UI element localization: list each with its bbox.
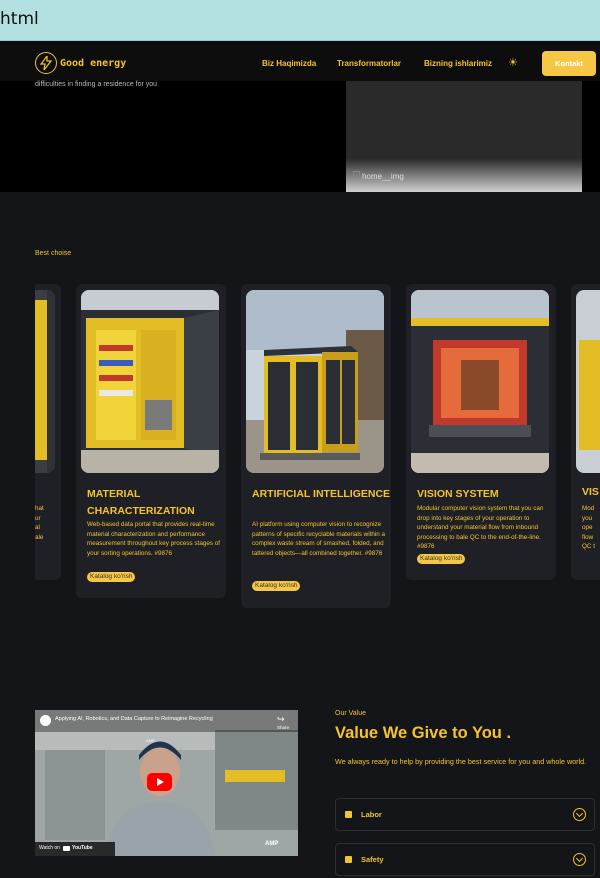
navbar: Good energy Biz Haqimizda Transformatorl… bbox=[0, 46, 600, 81]
card-text-line: ur bbox=[35, 514, 41, 522]
card-image bbox=[246, 290, 384, 473]
play-icon bbox=[157, 778, 164, 786]
accordion-label: Labor bbox=[361, 810, 382, 819]
play-button[interactable] bbox=[147, 773, 172, 791]
product-card-partial-right[interactable]: VIS Mod you ope flow QC t bbox=[571, 284, 600, 580]
chevron-down-icon[interactable] bbox=[573, 853, 586, 866]
theme-toggle-sun-icon[interactable]: ☀ bbox=[508, 56, 518, 69]
card-image bbox=[81, 290, 219, 473]
card-image bbox=[411, 290, 549, 473]
nav-link-transformers[interactable]: Transformatorlar bbox=[337, 59, 401, 68]
brand-name[interactable]: Good energy bbox=[60, 58, 126, 69]
product-card-vision-system[interactable]: VISION SYSTEM Modular computer vision sy… bbox=[406, 284, 556, 580]
contact-button[interactable]: Kontakt bbox=[542, 51, 596, 76]
watch-on-youtube-bar[interactable]: Watch on YouTube bbox=[35, 842, 115, 856]
video-title[interactable]: Applying AI, Robotics, and Data Capture … bbox=[55, 716, 213, 722]
card-text-line: al bbox=[35, 524, 40, 531]
product-card-partial-left[interactable]: hat ur al ale bbox=[35, 284, 61, 580]
card-title: VISION SYSTEM bbox=[417, 488, 499, 500]
card-title: ARTIFICIAL INTELLIGENCE bbox=[252, 488, 391, 500]
youtube-icon bbox=[63, 846, 70, 851]
accordion-item-safety[interactable]: Safety bbox=[335, 843, 595, 876]
card-image bbox=[35, 290, 55, 473]
card-description: AI platform using computer vision to rec… bbox=[252, 521, 385, 557]
video-watermark: AMP bbox=[265, 841, 279, 847]
card-description: Web-based data portal that provides real… bbox=[87, 521, 221, 557]
share-label[interactable]: Share bbox=[277, 725, 289, 730]
hero-image-alt: home__img bbox=[362, 172, 404, 181]
lightning-logo-icon[interactable] bbox=[35, 52, 57, 74]
card-description: Modular computer vision system that you … bbox=[417, 505, 544, 550]
checkbox-icon bbox=[345, 811, 352, 818]
value-label: Our Value bbox=[335, 710, 366, 717]
nav-link-works[interactable]: Bizning ishlarimiz bbox=[424, 59, 492, 68]
share-icon[interactable]: ↪ bbox=[277, 714, 285, 725]
youtube-video-embed[interactable]: Applying AI, Robotics, and Data Capture … bbox=[35, 710, 298, 856]
hero-text: difficulties in finding a residence for … bbox=[35, 81, 158, 88]
card-text-line: hat bbox=[35, 505, 44, 512]
card-image bbox=[576, 290, 600, 473]
channel-avatar[interactable] bbox=[40, 715, 51, 726]
nav-link-about[interactable]: Biz Haqimizda bbox=[262, 59, 316, 68]
browser-url-bar[interactable]: html bbox=[0, 0, 600, 41]
value-title: Value We Give to You . bbox=[335, 724, 512, 742]
cap-logo: AMP bbox=[146, 738, 155, 743]
card-text-line: Mod bbox=[582, 505, 595, 512]
accordion-label: Safety bbox=[361, 855, 384, 864]
card-title: MATERIAL CHARACTERIZATION bbox=[87, 488, 195, 517]
watch-on-label: Watch on bbox=[39, 845, 60, 851]
youtube-label: YouTube bbox=[72, 845, 93, 851]
card-text-line: ope bbox=[582, 524, 593, 531]
section-label: Best choise bbox=[35, 250, 72, 257]
card-text-line: ale bbox=[35, 533, 44, 541]
card-text-line: flow bbox=[582, 533, 594, 541]
catalog-button[interactable]: Katalog ko'rish bbox=[417, 554, 466, 564]
catalog-button[interactable]: Katalog ko'rish bbox=[252, 581, 301, 591]
chevron-down-icon[interactable] bbox=[573, 808, 586, 821]
catalog-button[interactable]: Katalog ko'rish bbox=[87, 572, 136, 582]
hero-image: home__img bbox=[346, 81, 582, 192]
card-title: VIS bbox=[582, 486, 599, 498]
card-text-line: you bbox=[582, 514, 593, 522]
accordion-item-labor[interactable]: Labor bbox=[335, 798, 595, 831]
value-subtitle: We always ready to help by providing the… bbox=[335, 757, 587, 766]
product-card-artificial-intelligence[interactable]: ARTIFICIAL INTELLIGENCE AI platform usin… bbox=[241, 284, 391, 608]
checkbox-icon bbox=[345, 856, 352, 863]
card-text-line: QC t bbox=[582, 543, 595, 550]
url-text: html bbox=[0, 9, 39, 29]
product-card-material-characterization[interactable]: MATERIAL CHARACTERIZATION Web-based data… bbox=[76, 284, 226, 598]
hero-section: difficulties in finding a residence for … bbox=[0, 81, 600, 192]
